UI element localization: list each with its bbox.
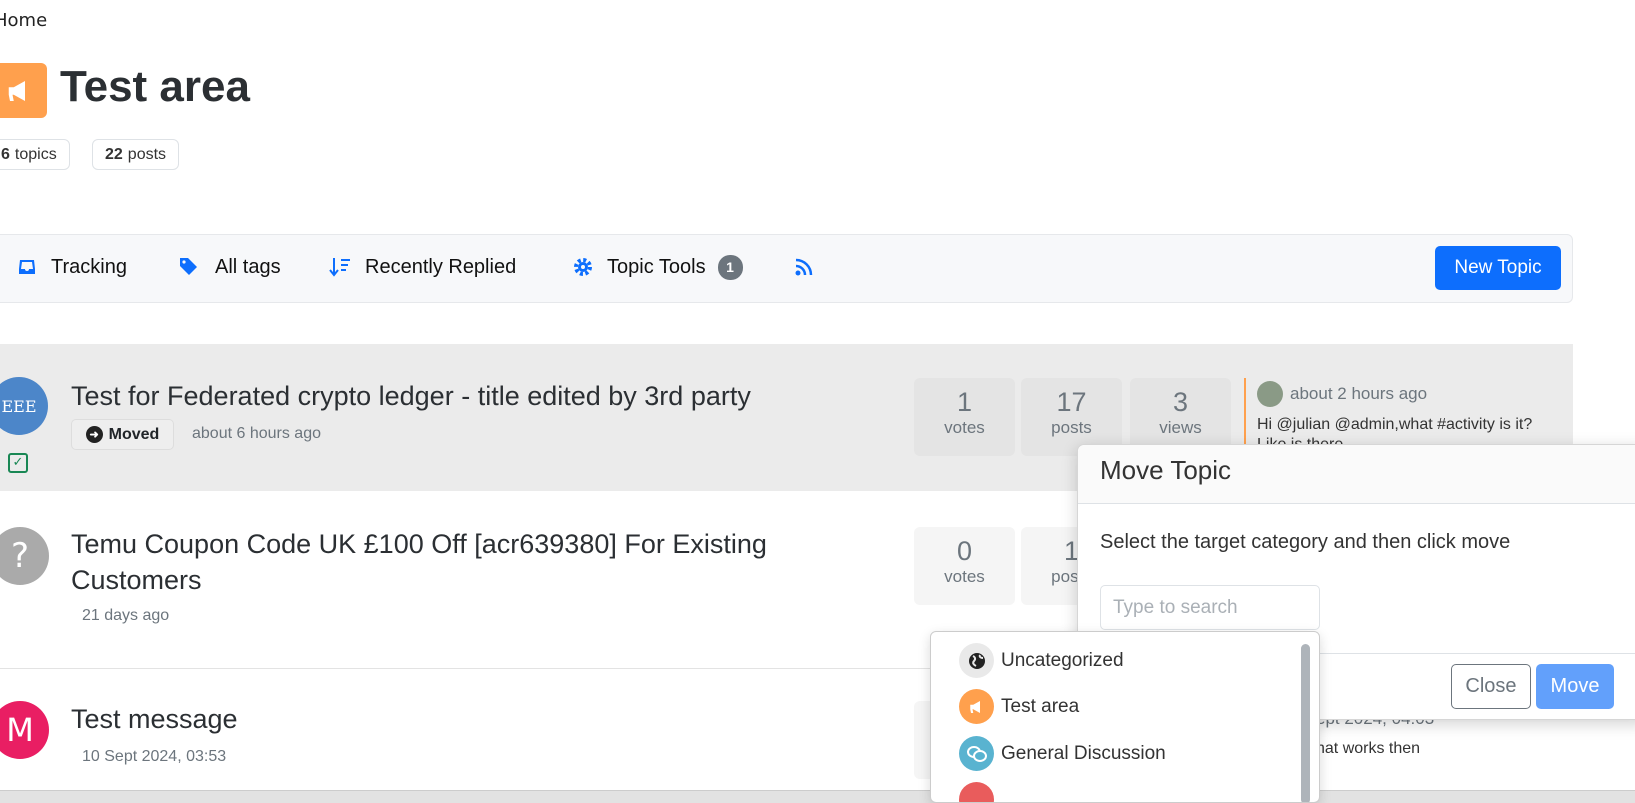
gear-icon xyxy=(574,258,592,276)
votes-stat: 1 votes xyxy=(914,378,1015,456)
dropdown-scrollbar[interactable] xyxy=(1301,644,1310,802)
topic-title-link[interactable]: Temu Coupon Code UK £100 Off [acr639380]… xyxy=(71,526,871,598)
category-icon xyxy=(959,782,994,802)
topic-time[interactable]: about 6 hours ago xyxy=(192,425,321,443)
avatar[interactable]: ? xyxy=(0,527,49,585)
topic-tools-button[interactable]: Topic Tools 1 xyxy=(573,254,743,280)
teaser-text: hat works then xyxy=(1316,740,1421,757)
page-title: Test area xyxy=(60,62,250,111)
category-option-test-area[interactable]: Test area xyxy=(959,689,1079,724)
inbox-icon xyxy=(19,260,35,274)
category-option[interactable] xyxy=(959,782,1001,802)
comments-icon xyxy=(959,736,994,771)
breadcrumb-home[interactable]: Home xyxy=(0,10,47,31)
close-button[interactable]: Close xyxy=(1451,664,1531,709)
rss-icon xyxy=(795,258,813,276)
teaser-time[interactable]: about 2 hours ago xyxy=(1290,384,1427,404)
move-button[interactable]: Move xyxy=(1536,664,1614,709)
topic-time[interactable]: 10 Sept 2024, 03:53 xyxy=(82,748,226,766)
sort-button[interactable]: Recently Replied xyxy=(329,254,516,280)
modal-instruction: Select the target category and then clic… xyxy=(1100,531,1511,553)
topic-title-link[interactable]: Test for Federated crypto ledger - title… xyxy=(71,378,751,414)
teaser-avatar[interactable] xyxy=(1257,381,1283,407)
votes-stat: 0 votes xyxy=(914,527,1015,605)
tracking-button[interactable]: Tracking xyxy=(17,254,127,280)
tags-icon xyxy=(180,258,197,275)
topic-tools-count-badge: 1 xyxy=(717,254,743,280)
arrow-right-icon: ➜ xyxy=(85,426,103,443)
topic-time[interactable]: 21 days ago xyxy=(82,607,169,625)
moved-badge: ➜ Moved xyxy=(71,419,174,450)
os-taskbar xyxy=(0,790,1635,803)
sort-down-icon xyxy=(329,258,350,277)
category-search-input[interactable] xyxy=(1100,585,1320,630)
globe-icon xyxy=(959,643,994,678)
avatar[interactable]: M xyxy=(0,701,49,759)
bullhorn-icon xyxy=(0,63,47,118)
category-option-general-discussion[interactable]: General Discussion xyxy=(959,736,1166,771)
new-topic-button[interactable]: New Topic xyxy=(1435,246,1561,290)
topics-count-badge: 6 topics xyxy=(0,139,70,170)
rss-button[interactable] xyxy=(795,254,827,280)
all-tags-button[interactable]: All tags xyxy=(179,254,281,280)
category-dropdown: Uncategorized Test area General Discussi… xyxy=(930,631,1320,803)
bullhorn-icon xyxy=(959,689,994,724)
posts-count-badge: 22 posts xyxy=(92,139,180,170)
checkbox-checked-icon[interactable]: ✓ xyxy=(8,453,28,473)
teaser-text: Hi @julian @admin,what #activity is it? xyxy=(1257,416,1533,433)
category-option-uncategorized[interactable]: Uncategorized xyxy=(959,643,1124,678)
topic-title-link[interactable]: Test message xyxy=(71,701,238,737)
modal-title: Move Topic xyxy=(1078,445,1635,504)
